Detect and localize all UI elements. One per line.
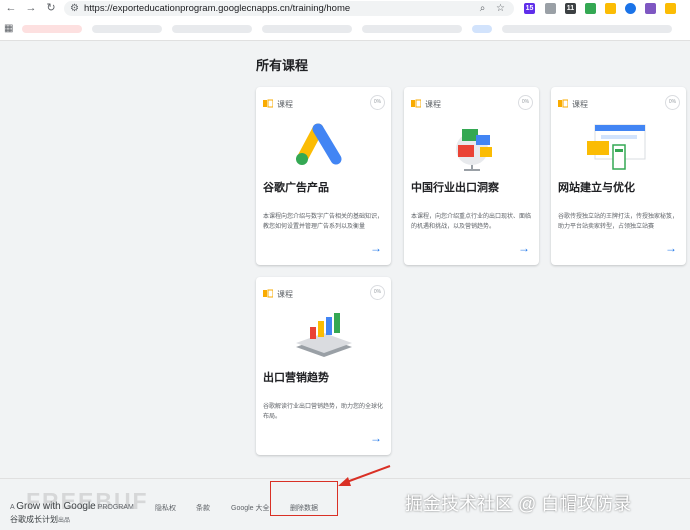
reload-icon[interactable]: ↻ <box>44 1 58 15</box>
bookmark-item[interactable] <box>92 25 162 33</box>
bookmark-star-icon[interactable]: ☆ <box>494 2 507 15</box>
watermark-left: FREEBUF <box>26 488 149 514</box>
course-card-trends[interactable]: 课程 0% 出口营销趋势 谷歌解读行业出口营销趋势，助力您的全球化布局。 → <box>256 277 391 455</box>
page-title: 所有课程 <box>256 58 309 73</box>
zoom-icon[interactable]: ⌕ <box>476 2 489 15</box>
bookmark-item[interactable] <box>172 25 252 33</box>
book-icon <box>558 99 568 108</box>
book-icon <box>263 99 273 108</box>
browser-toolbar: ← → ↻ ⚙ https://exporteducationprogram.g… <box>0 0 690 18</box>
extension-p-icon[interactable] <box>665 3 676 14</box>
apps-grid-icon[interactable]: ▦ <box>4 23 13 34</box>
course-title[interactable]: 出口营销趋势 <box>263 369 329 385</box>
forward-arrow-icon[interactable]: → <box>24 1 38 15</box>
bookmark-item[interactable] <box>262 25 352 33</box>
url-text[interactable]: https://exporteducationprogram.googlecna… <box>84 1 350 16</box>
course-title[interactable]: 中国行业出口洞察 <box>411 179 499 195</box>
bar-chart-stack-icon <box>296 313 352 357</box>
extension-shield-icon[interactable] <box>585 3 596 14</box>
course-description: 本课程向您介绍与数字广告相关的基础知识，教您如何设置并管理广告系列以及衡量 <box>263 214 384 230</box>
course-description: 谷歌传授独立站的王牌打法，传授独家秘笈，助力平台站卖家转型，占领独立站赛 <box>558 214 679 230</box>
course-badge: 课程 <box>277 290 293 299</box>
annotation-arrow-icon <box>338 465 391 486</box>
course-badge: 课程 <box>425 100 441 109</box>
back-arrow-icon[interactable]: ← <box>4 1 18 15</box>
course-card-website[interactable]: 课程 0% 网站建立与优化 谷歌传授独立站的王牌打法，传授独家秘笈，助力平台站卖… <box>551 87 686 265</box>
arrow-right-icon[interactable]: → <box>518 241 530 255</box>
progress-ring: 0% <box>370 285 385 300</box>
course-title[interactable]: 网站建立与优化 <box>558 179 635 195</box>
extension-badge-icon[interactable]: 11 <box>565 3 576 14</box>
bookmark-item[interactable] <box>502 25 672 33</box>
progress-ring: 0% <box>665 95 680 110</box>
watermark-right: 掘金技术社区 @ 白帽攻防录 <box>405 494 632 514</box>
website-layout-icon <box>587 124 646 170</box>
brand-cn: 谷歌成长计划出品 <box>10 515 71 524</box>
progress-ring: 0% <box>518 95 533 110</box>
course-description: 本课程，向您介绍重点行业的出口现状、面临的机遇和挑战，以及营销趋势。 <box>411 214 532 230</box>
bookmark-item[interactable] <box>362 25 462 33</box>
course-description: 谷歌解读行业出口营销趋势，助力您的全球化布局。 <box>263 404 384 420</box>
progress-ring: 0% <box>370 95 385 110</box>
arrow-right-icon[interactable]: → <box>665 241 677 255</box>
extension-puzzle-icon[interactable] <box>545 3 556 14</box>
course-title[interactable]: 谷歌广告产品 <box>263 179 329 195</box>
extension-triangle-icon[interactable] <box>625 3 636 14</box>
extension-badge-icon[interactable]: 15 <box>524 3 535 14</box>
google-all-link[interactable]: Google 大全 <box>231 503 270 513</box>
course-card-industry[interactable]: 课程 0% 中国行业出口洞察 本课程，向您介绍重点行业的出口现状、面临的机遇和挑… <box>404 87 539 265</box>
extension-tool-icon[interactable] <box>605 3 616 14</box>
bookmark-item[interactable] <box>22 25 82 33</box>
course-card-ads[interactable]: 课程 0% 谷歌广告产品 本课程向您介绍与数字广告相关的基础知识，教您如何设置并… <box>256 87 391 265</box>
bookmarks-bar: ▦ <box>0 18 690 41</box>
google-ads-logo-icon <box>296 123 342 165</box>
course-badge: 课程 <box>572 100 588 109</box>
arrow-right-icon[interactable]: → <box>370 431 382 445</box>
privacy-link[interactable]: 隐私权 <box>155 503 176 513</box>
site-info-icon[interactable]: ⚙ <box>70 1 79 16</box>
address-bar[interactable]: ⚙ https://exporteducationprogram.googlec… <box>64 1 514 16</box>
terms-link[interactable]: 条款 <box>196 503 210 513</box>
arrow-right-icon[interactable]: → <box>370 241 382 255</box>
book-icon <box>263 289 273 298</box>
book-icon <box>411 99 421 108</box>
globe-chart-icon <box>456 129 492 171</box>
bookmark-item[interactable] <box>472 25 492 33</box>
extension-link-icon[interactable] <box>645 3 656 14</box>
course-badge: 课程 <box>277 100 293 109</box>
annotation-highlight-box <box>270 481 338 516</box>
